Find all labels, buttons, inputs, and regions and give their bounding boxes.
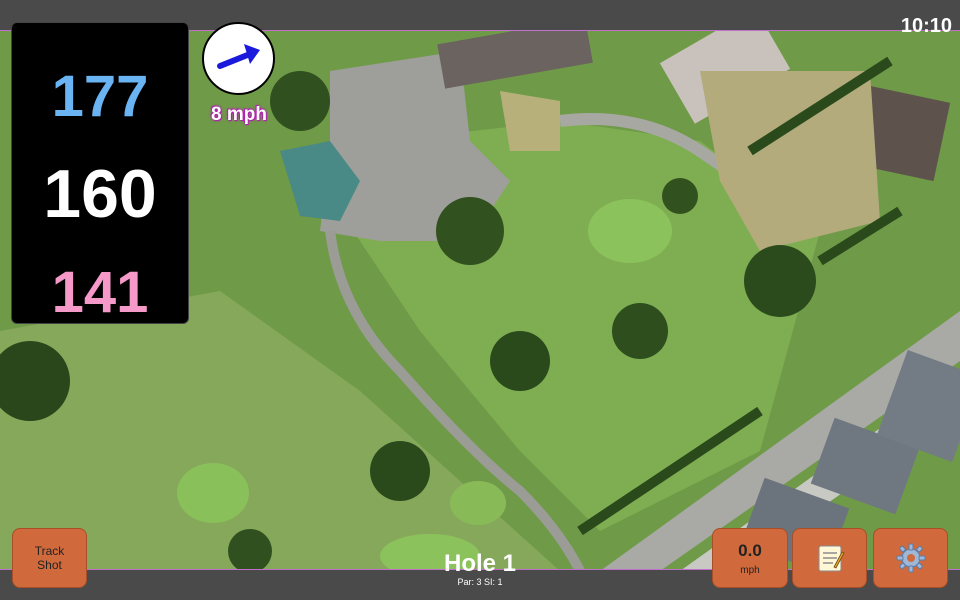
hole-title: Hole 1 [443,550,517,577]
speed-button[interactable]: 0.0 mph [712,528,788,588]
speed-unit: mph [740,564,760,576]
notepad-icon [818,545,845,572]
hole-par-si: Par: 3 SI: 1 [457,577,503,587]
track-shot-button[interactable]: Track Shot [12,528,87,588]
back-yardage: 177 [51,64,149,129]
wind-speed-label: 8 mph [211,104,267,125]
gear-icon [896,543,925,573]
front-yardage: 141 [51,260,149,325]
speed-value: 0.0 [738,540,762,560]
yardage-panel: 177 160 141 [11,22,189,325]
middle-yardage: 160 [43,156,157,232]
wind-indicator[interactable] [202,22,275,95]
notes-button[interactable] [792,528,867,588]
wind-arrow-icon [217,44,260,69]
settings-button[interactable] [873,528,948,588]
status-clock: 10:10 [900,15,952,37]
